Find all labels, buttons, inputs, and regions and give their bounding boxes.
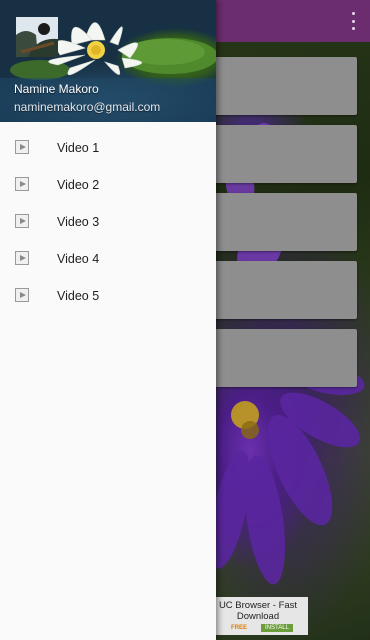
ad-install-button[interactable]: INSTALL xyxy=(261,624,293,632)
drawer-menu: Video 1 Video 2 Video 3 Video 4 Video 5 xyxy=(0,129,216,314)
video-card-1[interactable] xyxy=(200,57,357,115)
menu-item-label: Video 5 xyxy=(57,288,100,303)
play-icon xyxy=(15,140,29,154)
navigation-drawer: Namine Makoro naminemakoro@gmail.com Vid… xyxy=(0,0,216,640)
user-email: naminemakoro@gmail.com xyxy=(14,100,161,114)
play-icon xyxy=(15,177,29,191)
menu-item-video-4[interactable]: Video 4 xyxy=(0,240,216,277)
ad-banner[interactable]: UC Browser - Fast Download FREE INSTALL xyxy=(216,597,308,635)
menu-item-video-2[interactable]: Video 2 xyxy=(0,166,216,203)
menu-item-label: Video 3 xyxy=(57,214,100,229)
menu-item-label: Video 1 xyxy=(57,140,100,155)
menu-item-label: Video 2 xyxy=(57,177,100,192)
play-icon xyxy=(15,288,29,302)
video-card-4[interactable] xyxy=(200,261,357,319)
menu-item-video-3[interactable]: Video 3 xyxy=(0,203,216,240)
menu-item-video-5[interactable]: Video 5 xyxy=(0,277,216,314)
drawer-header: Namine Makoro naminemakoro@gmail.com xyxy=(0,0,216,122)
menu-item-video-1[interactable]: Video 1 xyxy=(0,129,216,166)
video-card-5[interactable] xyxy=(200,329,357,387)
ad-title: UC Browser - Fast Download xyxy=(218,600,298,622)
video-card-3[interactable] xyxy=(200,193,357,251)
ad-price: FREE xyxy=(231,625,248,631)
user-name: Namine Makoro xyxy=(14,82,99,96)
avatar-icon[interactable] xyxy=(16,17,58,57)
more-vert-icon[interactable] xyxy=(348,12,358,30)
play-icon xyxy=(15,251,29,265)
play-icon xyxy=(15,214,29,228)
menu-item-label: Video 4 xyxy=(57,251,100,266)
video-card-2[interactable] xyxy=(200,125,357,183)
